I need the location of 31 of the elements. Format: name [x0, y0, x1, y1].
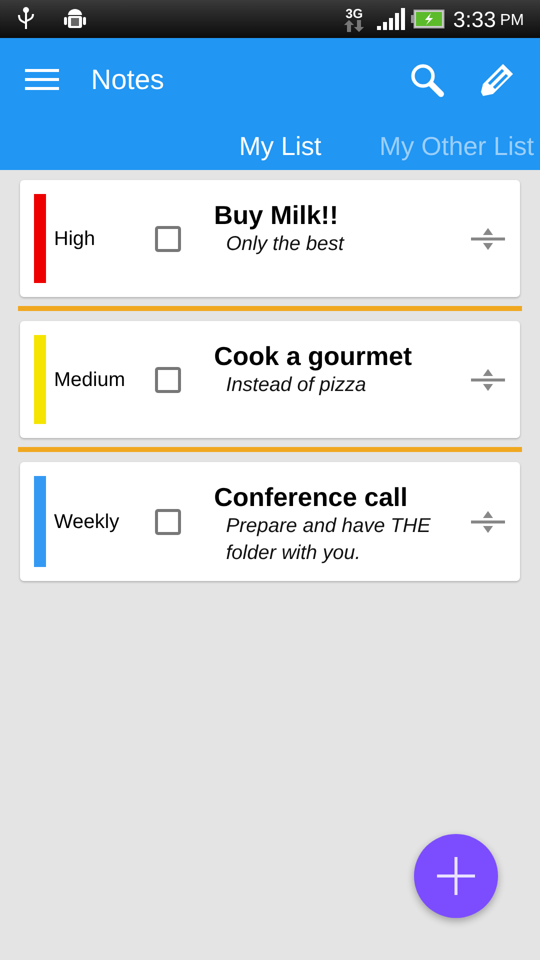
- battery-icon: [411, 9, 446, 29]
- menu-icon[interactable]: [25, 68, 59, 92]
- note-title: Conference call: [214, 481, 409, 513]
- priority-label: Medium: [54, 368, 126, 392]
- note-card[interactable]: Weekly Conference call Prepare and have THE folder with you.: [20, 462, 520, 581]
- clock-period: PM: [500, 11, 524, 31]
- note-text: Prepare and have THE folder with you.: [225, 514, 432, 566]
- drag-handle-icon[interactable]: [471, 226, 505, 252]
- note-text: Only the best: [225, 232, 346, 257]
- network-type: 3G: [346, 6, 363, 20]
- note-card[interactable]: High Buy Milk!! Only the best: [20, 180, 520, 297]
- checkbox[interactable]: [155, 226, 181, 252]
- priority-label: High: [54, 226, 96, 252]
- drag-handle-icon[interactable]: [471, 366, 505, 392]
- priority-label: Weekly: [54, 510, 120, 534]
- app-title: Notes: [91, 63, 164, 97]
- plus-icon: [437, 857, 475, 895]
- clock: 3:33: [453, 6, 496, 34]
- note-card[interactable]: Medium Cook a gourmet Instead of pizza: [20, 321, 520, 438]
- pencil-icon[interactable]: [479, 62, 515, 98]
- note-text: Instead of pizza: [225, 373, 368, 398]
- search-icon[interactable]: [409, 62, 445, 98]
- usb-icon: [16, 7, 36, 31]
- signal-icon: [377, 8, 406, 30]
- data-arrows-icon: [343, 20, 366, 32]
- note-title: Buy Milk!!: [214, 199, 340, 231]
- drag-handle-icon[interactable]: [471, 508, 505, 534]
- checkbox[interactable]: [155, 366, 181, 392]
- checkbox[interactable]: [155, 508, 181, 534]
- add-button[interactable]: [414, 834, 498, 918]
- note-title: Cook a gourmet: [214, 340, 413, 372]
